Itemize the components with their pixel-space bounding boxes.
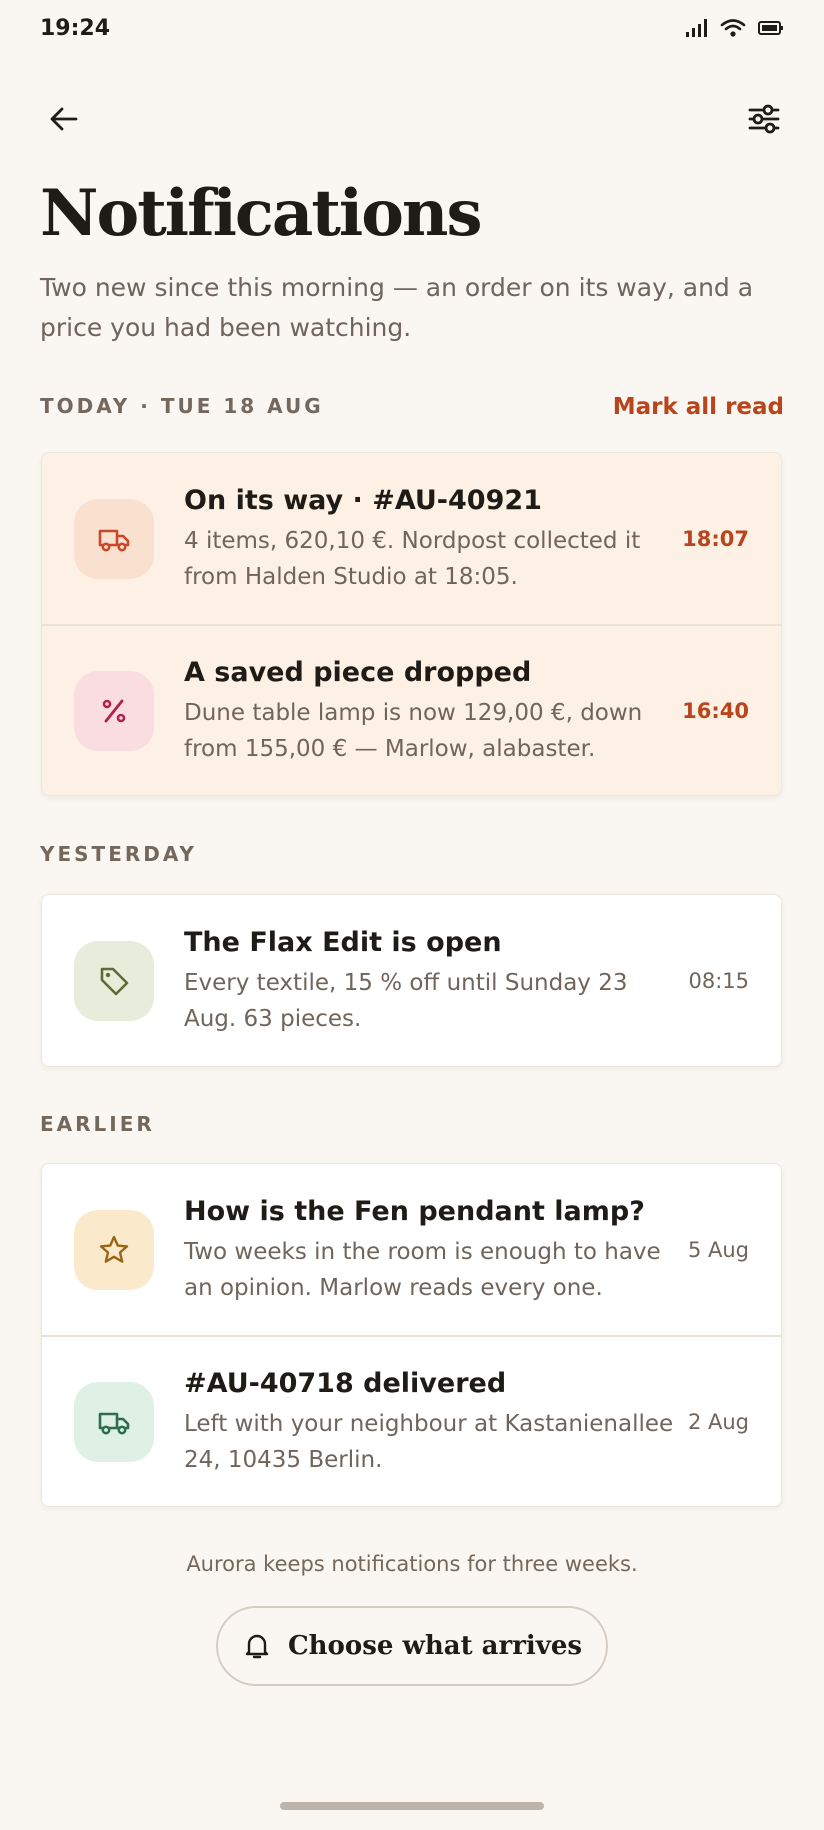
bell-icon [245,1634,269,1659]
top-bar [0,92,824,146]
filter-settings-button[interactable] [740,95,788,143]
star-icon [99,1235,129,1263]
notification-title: A saved piece dropped [184,656,532,688]
row-text: #AU-40718 delivered Left with your neigh… [184,1366,684,1478]
sliders-icon [748,104,780,134]
choose-what-arrives-label: Choose what arrives [287,1631,583,1661]
row-text: How is the Fen pendant lamp? Two weeks i… [184,1194,684,1306]
badge [74,940,154,1021]
back-arrow-icon [50,107,78,131]
page-subtitle: Two new since this morning — an order on… [40,273,754,342]
notification-time: 08:15 [688,968,749,993]
notification-title: On its way · #AU-40921 [184,484,542,516]
wifi-icon [720,19,746,37]
earlier-card: How is the Fen pendant lamp? Two weeks i… [41,1163,782,1507]
back-button[interactable] [40,95,88,143]
status-time: 19:24 [40,15,111,41]
notification-title: The Flax Edit is open [184,926,502,958]
row-text: On its way · #AU-40921 4 items, 620,10 €… [184,483,684,595]
notification-row-price-drop[interactable]: A saved piece dropped Dune table lamp is… [42,624,781,795]
signal-icon [686,19,707,37]
notification-body: Every textile, 15 % off until Sunday 23 … [184,969,628,1032]
mark-all-read-button[interactable]: Mark all read [613,394,784,420]
notification-time: 2 Aug [687,1409,749,1434]
notification-body: Left with your neighbour at Kastanienall… [184,1410,674,1473]
truck-icon [98,529,130,551]
notification-time: 16:40 [682,698,749,723]
yesterday-card: The Flax Edit is open Every textile, 15 … [41,894,782,1067]
row-text: The Flax Edit is open Every textile, 15 … [184,925,684,1037]
choose-what-arrives-button[interactable]: Choose what arrives [216,1606,608,1686]
notification-time: 5 Aug [687,1237,749,1262]
notification-body: Dune table lamp is now 129,00 €, down fr… [184,699,643,762]
tag-icon [100,967,129,995]
status-icons [684,18,784,38]
notification-row-flax-edit[interactable]: The Flax Edit is open Every textile, 15 … [42,895,781,1066]
page-title: Notifications [40,176,482,251]
notification-time: 18:07 [682,526,749,551]
notification-body: 4 items, 620,10 €. Nordpost collected it… [184,527,641,590]
row-text: A saved piece dropped Dune table lamp is… [184,655,684,767]
truck-icon [98,1412,130,1434]
notification-body: Two weeks in the room is enough to have … [184,1238,661,1301]
notification-row-order-shipped[interactable]: On its way · #AU-40921 4 items, 620,10 €… [42,453,781,624]
notification-title: How is the Fen pendant lamp? [184,1195,645,1227]
notification-title: #AU-40718 delivered [184,1367,507,1399]
badge [74,1381,154,1462]
home-indicator[interactable] [280,1802,544,1810]
notification-row-delivered[interactable]: #AU-40718 delivered Left with your neigh… [42,1335,781,1506]
badge [74,498,154,579]
status-bar: 19:24 [0,0,824,56]
section-heading-earlier: EARLIER [40,1112,155,1136]
retention-note: Aurora keeps notifications for three wee… [186,1552,638,1576]
battery-icon [758,21,783,35]
section-heading-yesterday: YESTERDAY [40,842,197,866]
today-card: On its way · #AU-40921 4 items, 620,10 €… [41,452,782,796]
percent-icon [102,699,126,722]
badge [74,1209,154,1290]
badge [74,670,154,751]
section-heading-today: TODAY · TUE 18 AUG [40,394,324,418]
notification-row-review-request[interactable]: How is the Fen pendant lamp? Two weeks i… [42,1164,781,1335]
